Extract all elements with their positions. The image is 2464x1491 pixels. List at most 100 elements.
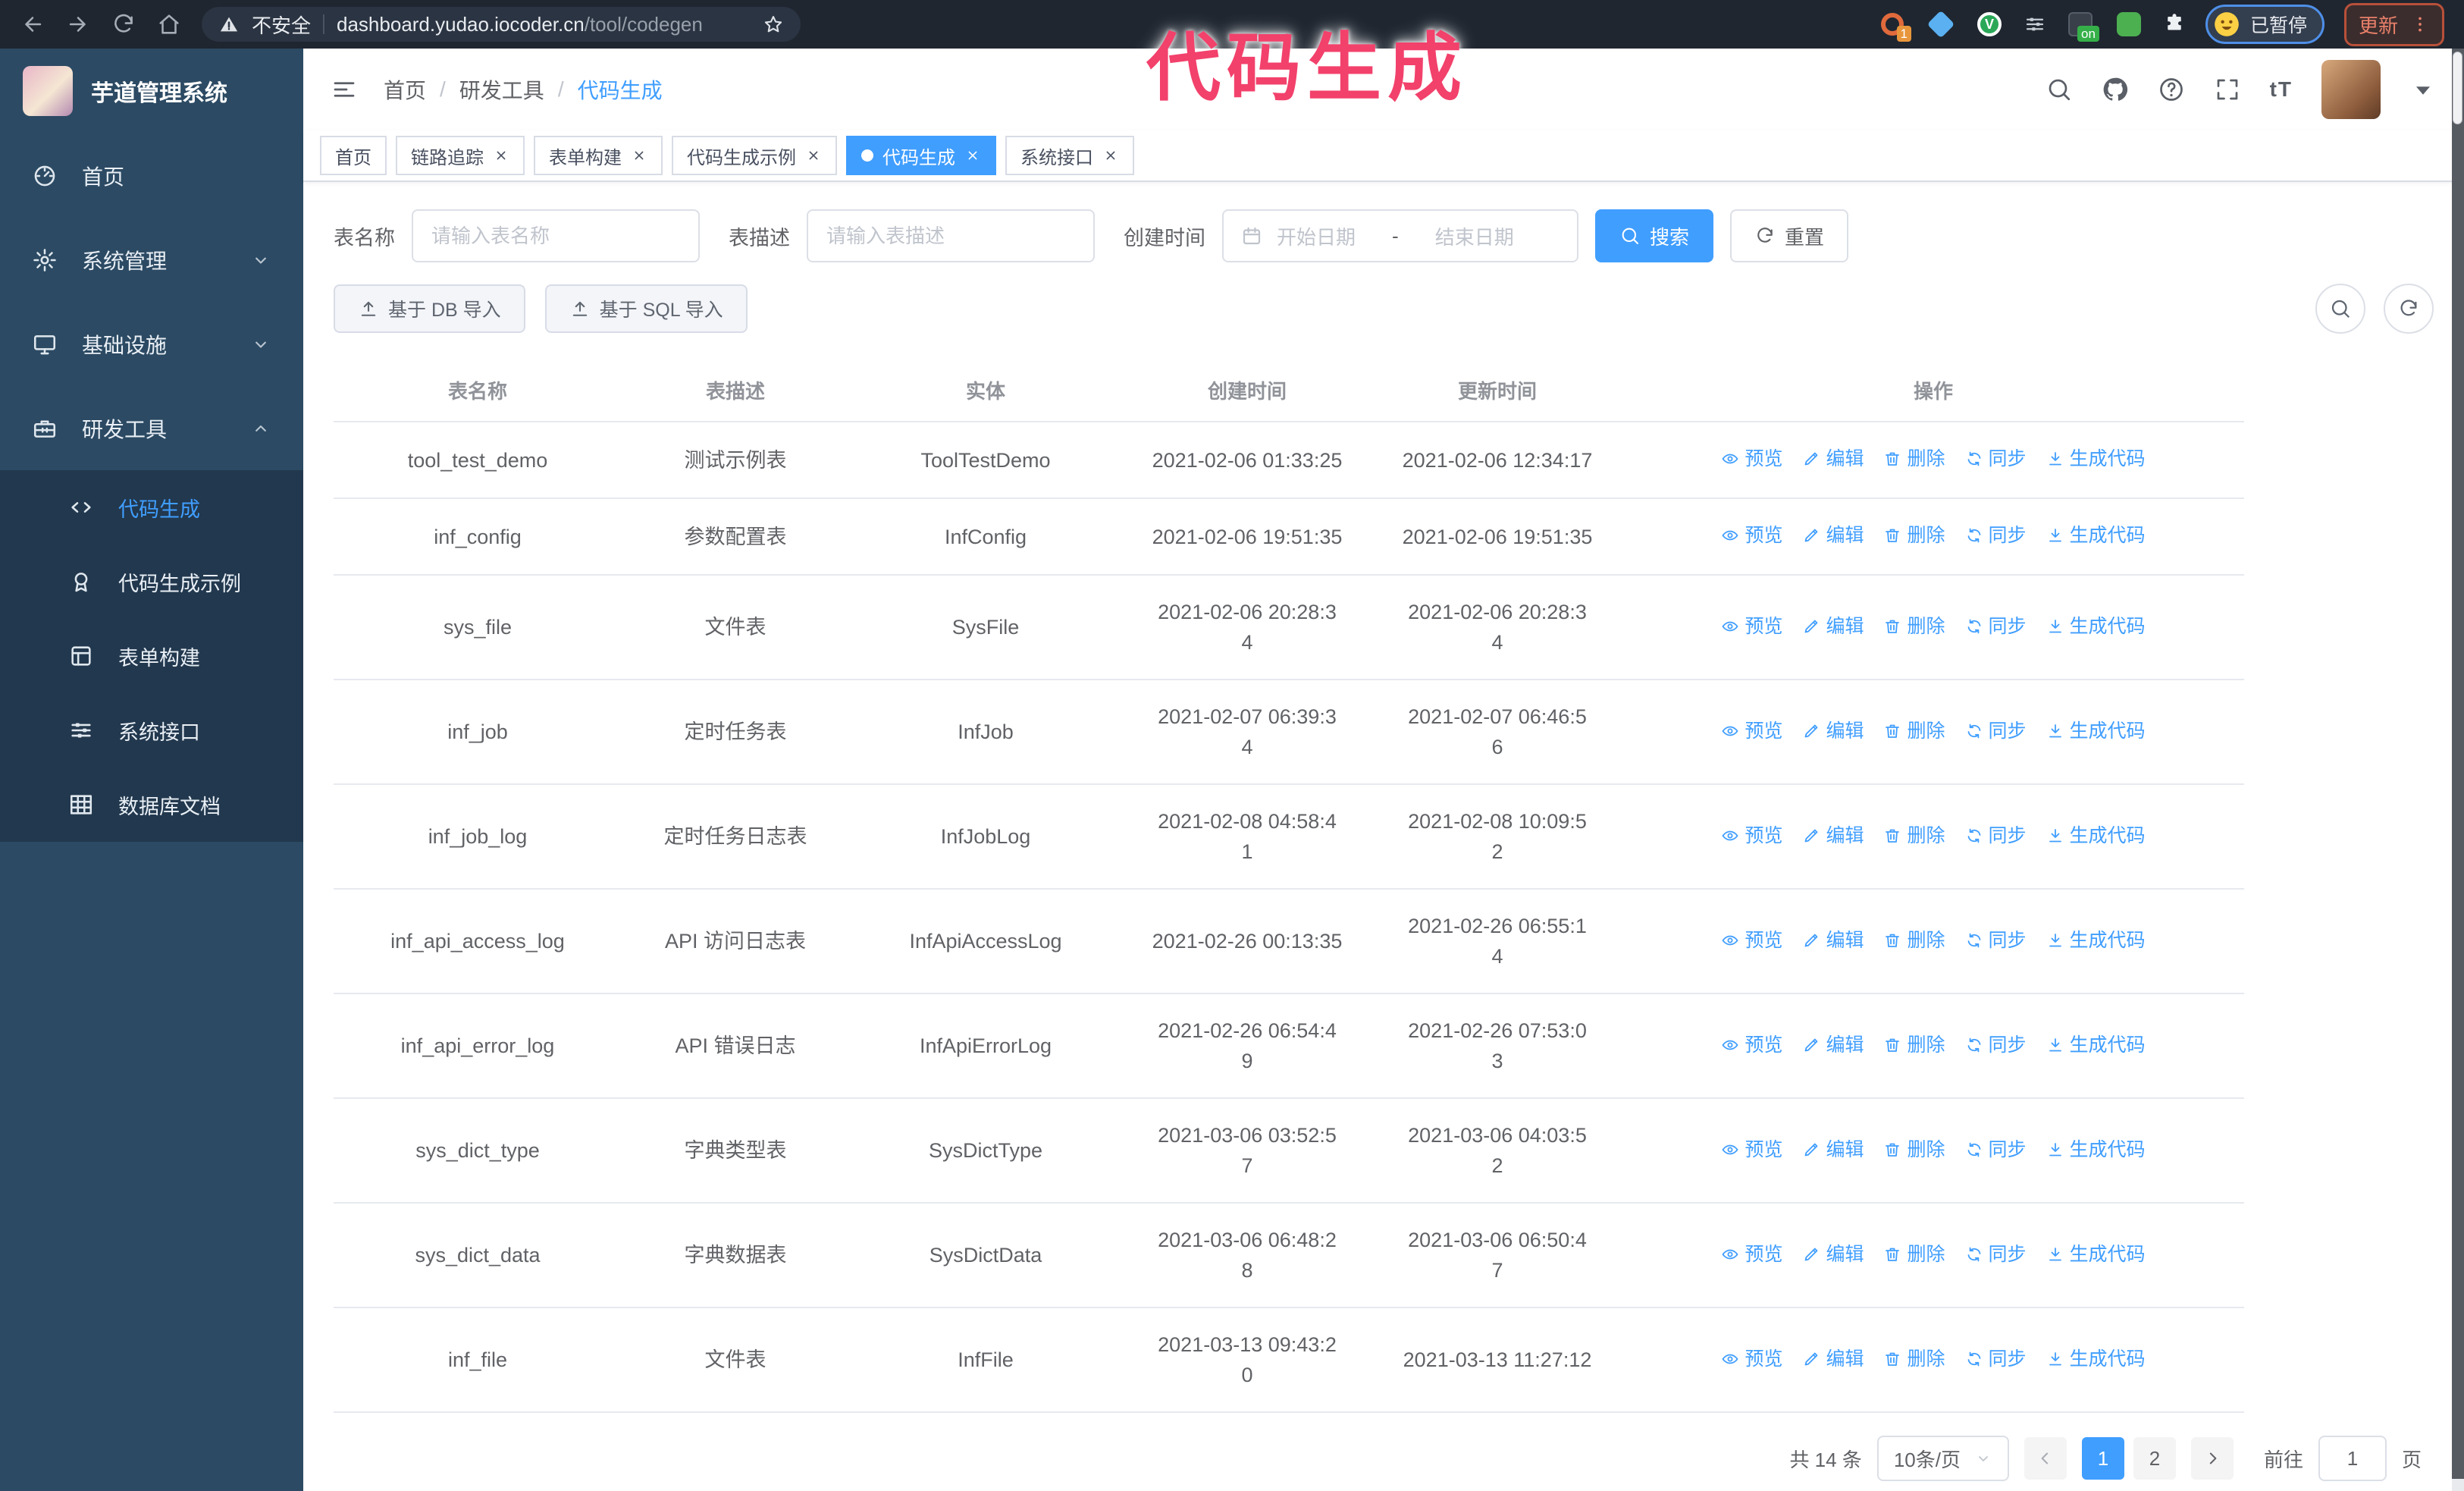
close-tab-icon[interactable]	[805, 147, 822, 164]
import-sql-button[interactable]: 基于 SQL 导入	[544, 284, 748, 333]
breadcrumb-item[interactable]: 首页	[384, 74, 426, 105]
delete-link[interactable]: 删除	[1883, 925, 1945, 956]
sidebar-item-home[interactable]: 首页	[0, 133, 303, 218]
reset-button[interactable]: 重置	[1730, 209, 1849, 262]
page-button-1[interactable]: 1	[2081, 1437, 2124, 1480]
preview-link[interactable]: 预览	[1721, 1239, 1782, 1270]
sync-link[interactable]: 同步	[1965, 444, 2027, 474]
page-scrollbar-thumb[interactable]	[2453, 52, 2462, 124]
toggle-search-button[interactable]	[2315, 284, 2365, 334]
extension-gem-icon[interactable]	[1926, 10, 1955, 39]
generate-code-link[interactable]: 生成代码	[2046, 925, 2146, 956]
generate-code-link[interactable]: 生成代码	[2046, 821, 2146, 851]
preview-link[interactable]: 预览	[1721, 520, 1782, 551]
prev-page-button[interactable]	[2024, 1437, 2067, 1480]
search-button[interactable]: 搜索	[1595, 209, 1714, 262]
edit-link[interactable]: 编辑	[1802, 821, 1864, 851]
edit-link[interactable]: 编辑	[1802, 611, 1864, 642]
generate-code-link[interactable]: 生成代码	[2046, 1239, 2146, 1270]
close-tab-icon[interactable]	[631, 147, 647, 164]
browser-back-icon[interactable]	[20, 11, 45, 37]
page-button-2[interactable]: 2	[2133, 1437, 2176, 1480]
sync-link[interactable]: 同步	[1965, 821, 2027, 851]
edit-link[interactable]: 编辑	[1802, 1344, 1864, 1374]
preview-link[interactable]: 预览	[1721, 821, 1782, 851]
tab-代码生成[interactable]: 代码生成	[846, 136, 996, 175]
next-page-button[interactable]	[2190, 1437, 2234, 1480]
fullscreen-icon[interactable]	[2214, 76, 2241, 103]
sidebar-item-system-admin[interactable]: 系统管理	[0, 218, 303, 302]
sync-link[interactable]: 同步	[1965, 1344, 2027, 1374]
generate-code-link[interactable]: 生成代码	[2046, 1344, 2146, 1374]
date-range-picker[interactable]: 开始日期 - 结束日期	[1222, 209, 1578, 262]
page-size-select[interactable]: 10条/页	[1876, 1436, 2009, 1481]
sync-link[interactable]: 同步	[1965, 520, 2027, 551]
sidebar-item-codegen[interactable]: 代码生成	[0, 470, 303, 545]
extension-dark-icon[interactable]: on	[2066, 10, 2099, 42]
tab-首页[interactable]: 首页	[320, 136, 387, 175]
sync-link[interactable]: 同步	[1965, 716, 2027, 746]
extension-monkey-icon[interactable]	[2114, 10, 2143, 39]
bookmark-star-icon[interactable]	[763, 14, 784, 35]
tab-系统接口[interactable]: 系统接口	[1005, 136, 1134, 175]
user-avatar[interactable]	[2321, 60, 2381, 119]
edit-link[interactable]: 编辑	[1802, 520, 1864, 551]
preview-link[interactable]: 预览	[1721, 716, 1782, 746]
close-tab-icon[interactable]	[1102, 147, 1119, 164]
sync-link[interactable]: 同步	[1965, 611, 2027, 642]
sync-link[interactable]: 同步	[1965, 1239, 2027, 1270]
table-name-input[interactable]	[412, 209, 700, 262]
tab-链路追踪[interactable]: 链路追踪	[396, 136, 525, 175]
sidebar-item-dev-tools[interactable]: 研发工具	[0, 386, 303, 470]
extension-orange-icon[interactable]: 1	[1878, 10, 1911, 42]
header-search-icon[interactable]	[2045, 76, 2073, 103]
sync-link[interactable]: 同步	[1965, 925, 2027, 956]
preview-link[interactable]: 预览	[1721, 1135, 1782, 1165]
close-tab-icon[interactable]	[964, 147, 981, 164]
page-scrollbar-track[interactable]	[2452, 49, 2464, 1479]
generate-code-link[interactable]: 生成代码	[2046, 444, 2146, 474]
preview-link[interactable]: 预览	[1721, 444, 1782, 474]
breadcrumb-item[interactable]: 研发工具	[459, 74, 544, 105]
browser-home-icon[interactable]	[156, 11, 182, 37]
edit-link[interactable]: 编辑	[1802, 444, 1864, 474]
edit-link[interactable]: 编辑	[1802, 716, 1864, 746]
sidebar-item-codegen-example[interactable]: 代码生成示例	[0, 545, 303, 619]
generate-code-link[interactable]: 生成代码	[2046, 520, 2146, 551]
extensions-puzzle-icon[interactable]	[2163, 13, 2186, 36]
address-bar[interactable]: 不安全 dashboard.yudao.iocoder.cn/tool/code…	[202, 7, 801, 42]
delete-link[interactable]: 删除	[1883, 716, 1945, 746]
edit-link[interactable]: 编辑	[1802, 925, 1864, 956]
help-icon[interactable]	[2158, 76, 2185, 103]
generate-code-link[interactable]: 生成代码	[2046, 1030, 2146, 1060]
close-tab-icon[interactable]	[493, 147, 509, 164]
extension-sliders-icon[interactable]	[2024, 13, 2046, 36]
sync-link[interactable]: 同步	[1965, 1135, 2027, 1165]
app-logo[interactable]: 芋道管理系统	[0, 49, 303, 133]
browser-profile-chip[interactable]: 已暂停	[2205, 5, 2324, 44]
sidebar-item-db-doc[interactable]: 数据库文档	[0, 767, 303, 842]
sidebar-item-form-builder[interactable]: 表单构建	[0, 619, 303, 693]
edit-link[interactable]: 编辑	[1802, 1135, 1864, 1165]
browser-reload-icon[interactable]	[111, 11, 136, 37]
import-db-button[interactable]: 基于 DB 导入	[334, 284, 525, 333]
extension-green-circle-icon[interactable]: V	[1975, 10, 2004, 39]
edit-link[interactable]: 编辑	[1802, 1239, 1864, 1270]
delete-link[interactable]: 删除	[1883, 1030, 1945, 1060]
generate-code-link[interactable]: 生成代码	[2046, 1135, 2146, 1165]
preview-link[interactable]: 预览	[1721, 611, 1782, 642]
delete-link[interactable]: 删除	[1883, 1135, 1945, 1165]
font-size-icon[interactable]: tT	[2270, 77, 2293, 102]
tab-表单构建[interactable]: 表单构建	[534, 136, 663, 175]
preview-link[interactable]: 预览	[1721, 1344, 1782, 1374]
goto-page-input[interactable]	[2318, 1436, 2387, 1481]
refresh-table-button[interactable]	[2384, 284, 2434, 334]
sync-link[interactable]: 同步	[1965, 1030, 2027, 1060]
delete-link[interactable]: 删除	[1883, 1239, 1945, 1270]
delete-link[interactable]: 删除	[1883, 520, 1945, 551]
delete-link[interactable]: 删除	[1883, 444, 1945, 474]
sidebar-item-system-api[interactable]: 系统接口	[0, 693, 303, 767]
browser-menu-icon[interactable]	[2410, 14, 2430, 34]
edit-link[interactable]: 编辑	[1802, 1030, 1864, 1060]
generate-code-link[interactable]: 生成代码	[2046, 611, 2146, 642]
